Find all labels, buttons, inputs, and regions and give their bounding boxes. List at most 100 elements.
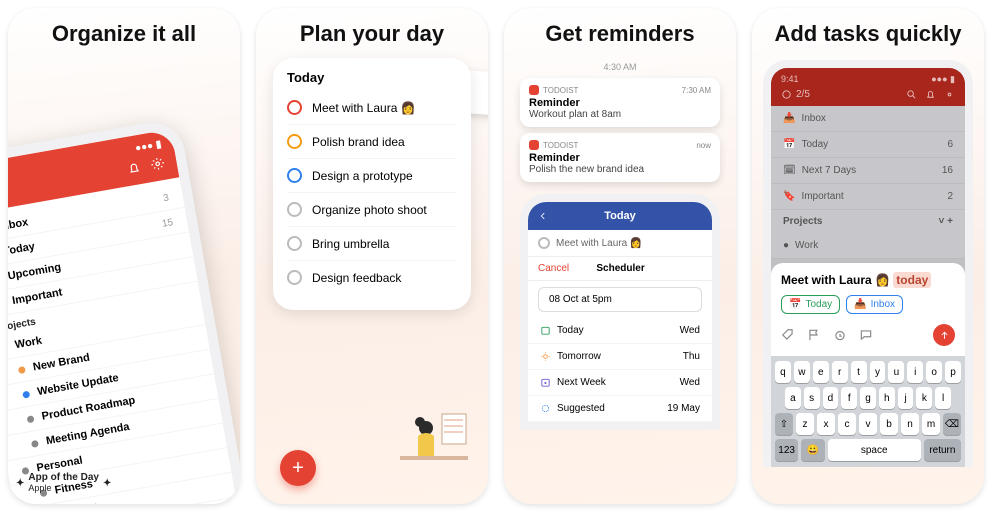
notification-card[interactable]: TODOIST7:30 AM Reminder Workout plan at … <box>520 78 720 127</box>
key[interactable]: l <box>935 387 951 409</box>
priority-circle-grey-icon[interactable] <box>287 270 302 285</box>
back-chevron-icon[interactable] <box>538 211 548 221</box>
return-key[interactable]: return <box>924 439 961 461</box>
panel-title: Plan your day <box>288 8 456 54</box>
panel-organize: Organize it all 9:41 ●●● ▮ 5/5 <box>8 8 240 504</box>
priority-circle-blue-icon[interactable] <box>287 168 302 183</box>
task-item[interactable]: Design a prototype <box>287 159 457 193</box>
schedule-option-next-week[interactable]: Next Week Wed <box>528 370 712 396</box>
sun-icon <box>540 351 551 362</box>
cancel-button[interactable]: Cancel <box>538 263 569 274</box>
nav-inbox[interactable]: 📥 Inbox <box>771 106 965 132</box>
key[interactable]: n <box>901 413 919 435</box>
time-divider: 4:30 AM <box>520 62 720 72</box>
chip-inbox[interactable]: 📥 Inbox <box>846 295 903 314</box>
schedule-option-today[interactable]: Today Wed <box>528 318 712 344</box>
key[interactable]: c <box>838 413 856 435</box>
key[interactable]: y <box>870 361 886 383</box>
award-badge: ✦ App of the DayApple ✦ <box>16 472 111 494</box>
laurel-left-icon: ✦ <box>16 478 24 489</box>
alarm-icon[interactable] <box>833 328 847 342</box>
priority-circle-grey-icon[interactable] <box>287 236 302 251</box>
key[interactable]: o <box>926 361 942 383</box>
projects-header[interactable]: Projects˅ + <box>771 210 965 233</box>
gear-icon[interactable] <box>944 89 955 100</box>
search-icon[interactable] <box>906 89 917 100</box>
key[interactable]: a <box>785 387 801 409</box>
emoji-key[interactable]: 😀 <box>801 439 824 461</box>
quick-add-input[interactable]: Meet with Laura 👩 today <box>781 273 955 287</box>
key[interactable]: p <box>945 361 961 383</box>
task-item[interactable]: Design feedback <box>287 261 457 294</box>
key[interactable]: g <box>860 387 876 409</box>
key[interactable]: i <box>907 361 923 383</box>
panel-quick-add: Add tasks quickly 9:41●●● ▮ 2/5 📥 Inbox … <box>752 8 984 504</box>
task-input-row[interactable]: Meet with Laura 👩 <box>528 230 712 257</box>
today-heading: Today <box>287 70 457 85</box>
priority-circle-grey-icon[interactable] <box>538 237 550 249</box>
woman-planning-illustration <box>400 408 470 488</box>
priority-circle-orange-icon[interactable] <box>287 134 302 149</box>
nav-count: 3 <box>162 192 169 204</box>
bell-icon[interactable] <box>126 160 142 176</box>
key[interactable]: t <box>851 361 867 383</box>
bell-icon[interactable] <box>925 89 936 100</box>
send-button[interactable] <box>933 324 955 346</box>
calendar-forward-icon <box>540 377 551 388</box>
key[interactable]: w <box>794 361 810 383</box>
nav-important[interactable]: 🔖 Important2 <box>771 184 965 210</box>
laurel-right-icon: ✦ <box>103 478 111 489</box>
key[interactable]: d <box>823 387 839 409</box>
task-item[interactable]: Meet with Laura 👩 <box>287 91 457 125</box>
key[interactable]: v <box>859 413 877 435</box>
task-item[interactable]: Organize photo shoot <box>287 193 457 227</box>
phone-mock-organize: 9:41 ●●● ▮ 5/5 Inbox 3 <box>8 117 240 504</box>
nav-next7[interactable]: 🗓 Next 7 Days16 <box>771 158 965 184</box>
key[interactable]: u <box>888 361 904 383</box>
space-key[interactable]: space <box>828 439 921 461</box>
key[interactable]: z <box>796 413 814 435</box>
key[interactable]: k <box>916 387 932 409</box>
numeric-key[interactable]: 123 <box>775 439 798 461</box>
priority-circle-red-icon[interactable] <box>287 100 302 115</box>
chevron-down-icon[interactable]: ˅ + <box>939 216 953 227</box>
key[interactable]: e <box>813 361 829 383</box>
gear-icon[interactable] <box>150 156 166 172</box>
phone-mock-scheduler: Today Meet with Laura 👩 Cancel Scheduler… <box>520 194 720 430</box>
sparkle-icon <box>540 403 551 414</box>
shift-key[interactable]: ⇧ <box>775 413 793 435</box>
checkmark-circle-icon <box>781 89 792 100</box>
project-work[interactable]: ● Work <box>771 233 965 259</box>
keyboard[interactable]: qwertyuiop asdfghjkl ⇧zxcvbnm⌫ 123 😀 spa… <box>771 356 965 467</box>
task-item[interactable]: Bring umbrella <box>287 227 457 261</box>
phone-header-title: Today <box>604 210 636 222</box>
key[interactable]: h <box>879 387 895 409</box>
key[interactable]: m <box>922 413 940 435</box>
comment-icon[interactable] <box>859 328 873 342</box>
tag-icon[interactable] <box>781 328 795 342</box>
add-task-fab[interactable]: + <box>280 450 316 486</box>
scheduler-title: Scheduler <box>596 263 644 274</box>
phone-mock-quickadd: 9:41●●● ▮ 2/5 📥 Inbox 📅 Today6 🗓 Next 7 … <box>763 60 973 467</box>
notification-card[interactable]: TODOISTnow Reminder Polish the new brand… <box>520 133 720 182</box>
key[interactable]: b <box>880 413 898 435</box>
chip-today[interactable]: 📅 Today <box>781 295 840 314</box>
task-item[interactable]: Polish brand idea <box>287 125 457 159</box>
nav-today[interactable]: 📅 Today6 <box>771 132 965 158</box>
schedule-option-tomorrow[interactable]: Tomorrow Thu <box>528 344 712 370</box>
panel-plan-day: Plan your day TODOIST Reminder Meet with… <box>256 8 488 504</box>
schedule-option-suggested[interactable]: Suggested 19 May <box>528 396 712 422</box>
key[interactable]: r <box>832 361 848 383</box>
panel-title: Get reminders <box>533 8 706 54</box>
key[interactable]: q <box>775 361 791 383</box>
date-input[interactable]: 08 Oct at 5pm <box>538 287 702 312</box>
key[interactable]: x <box>817 413 835 435</box>
key[interactable]: s <box>804 387 820 409</box>
arrow-up-icon <box>939 330 950 341</box>
calendar-icon <box>540 325 551 336</box>
priority-circle-grey-icon[interactable] <box>287 202 302 217</box>
flag-icon[interactable] <box>807 328 821 342</box>
key[interactable]: f <box>841 387 857 409</box>
backspace-key[interactable]: ⌫ <box>943 413 961 435</box>
key[interactable]: j <box>898 387 914 409</box>
